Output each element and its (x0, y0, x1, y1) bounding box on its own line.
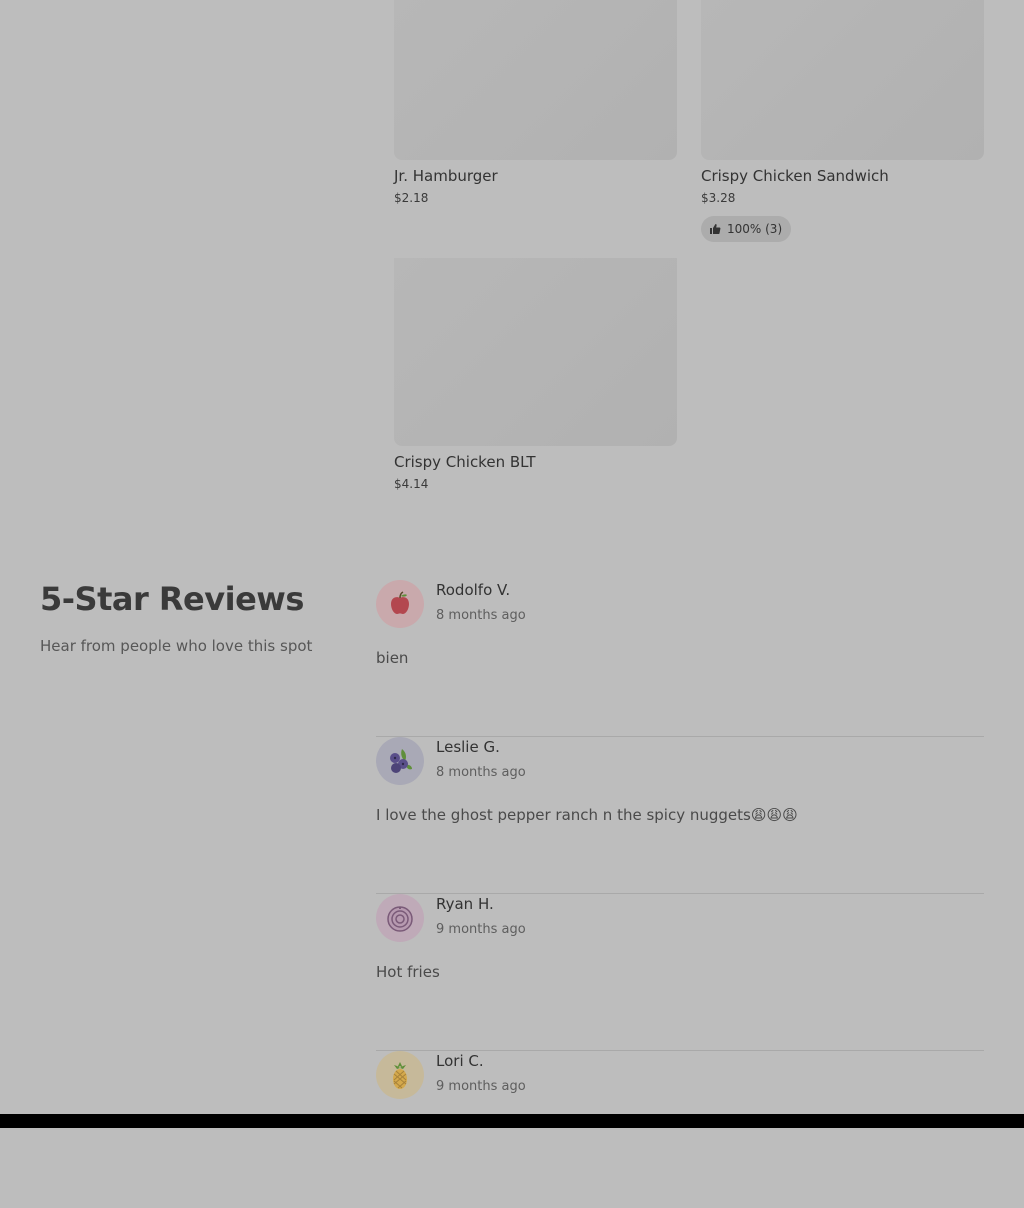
review-item: Leslie G. 8 months ago I love the ghost … (376, 737, 984, 894)
apple-icon (391, 591, 409, 614)
reviews-section-subtitle: Hear from people who love this spot (40, 637, 313, 655)
reviews-section-title: 5-Star Reviews (40, 580, 304, 618)
review-item: Lori C. 9 months ago (376, 1051, 984, 1208)
menu-item-card[interactable]: Crispy Chicken BLT $4.14 (394, 258, 677, 492)
review-date: 9 months ago (436, 922, 526, 937)
review-text: Hot fries (376, 963, 440, 981)
menu-item-price: $3.28 (701, 191, 736, 205)
blueberry-icon (390, 749, 412, 773)
menu-item-image[interactable] (394, 0, 677, 160)
menu-item-price: $4.14 (394, 477, 429, 491)
avatar (376, 737, 424, 785)
thumbs-up-icon (710, 224, 721, 234)
rating-badge: 100% (3) (701, 216, 792, 242)
rating-text: 100% (3) (727, 222, 783, 236)
reviewer-name: Leslie G. (436, 738, 500, 756)
review-text: bien (376, 649, 409, 667)
avatar (376, 580, 424, 628)
menu-item-card[interactable]: Jr. Hamburger $2.18 (394, 0, 677, 206)
reviewer-name: Rodolfo V. (436, 581, 511, 599)
menu-item-card[interactable]: Crispy Chicken Sandwich $3.28 100% (3) (701, 0, 984, 242)
review-item: Ryan H. 9 months ago Hot fries (376, 894, 984, 1051)
bottom-bar (0, 1114, 1024, 1128)
review-date: 8 months ago (436, 765, 526, 780)
review-date: 8 months ago (436, 608, 526, 623)
reviewer-name: Ryan H. (436, 895, 494, 913)
pineapple-icon (393, 1062, 407, 1089)
review-text: I love the ghost pepper ranch n the spic… (376, 806, 798, 824)
reviewer-name: Lori C. (436, 1052, 484, 1070)
onion-icon (387, 906, 413, 932)
avatar (376, 894, 424, 942)
menu-item-image[interactable] (701, 0, 984, 160)
menu-item-name: Crispy Chicken Sandwich (701, 167, 889, 185)
menu-item-name: Crispy Chicken BLT (394, 453, 536, 471)
review-item: Rodolfo V. 8 months ago bien (376, 580, 984, 737)
menu-item-name: Jr. Hamburger (394, 167, 498, 185)
avatar (376, 1051, 424, 1099)
menu-item-price: $2.18 (394, 191, 429, 205)
menu-item-image[interactable] (394, 258, 677, 446)
review-date: 9 months ago (436, 1079, 526, 1094)
